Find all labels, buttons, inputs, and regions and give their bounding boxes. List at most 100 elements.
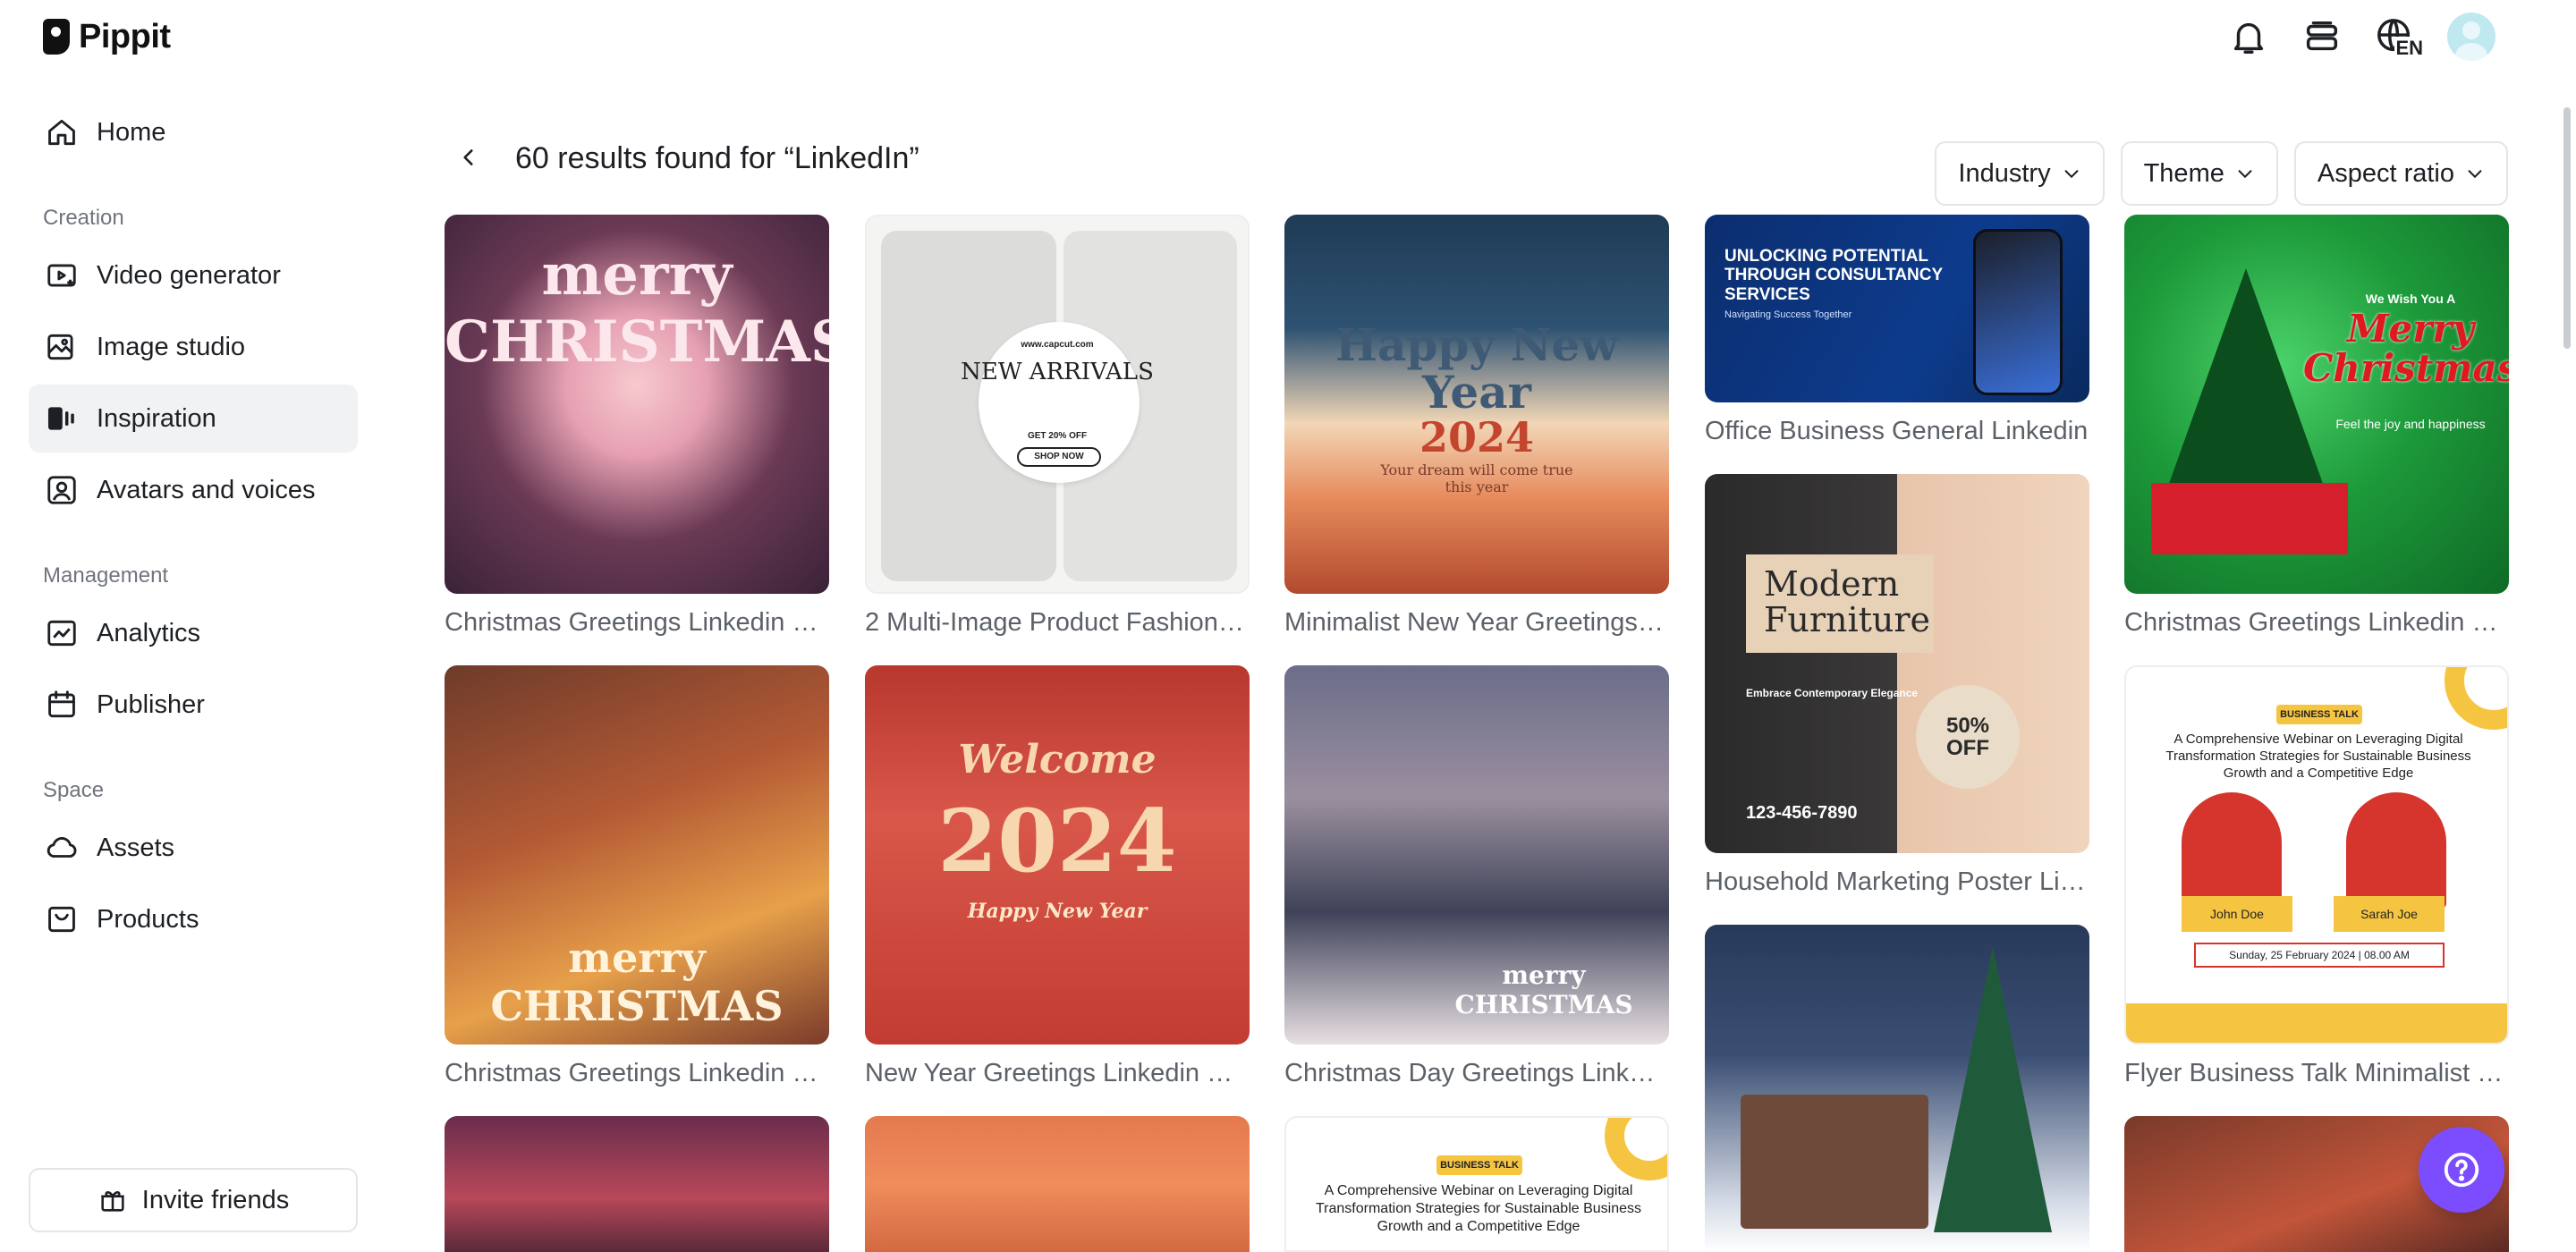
thumb-speaker-2: Sarah Joe	[2334, 896, 2445, 932]
results-title: 60 results found for “LinkedIn”	[515, 141, 919, 175]
thumb-subtitle: Happy New Year	[967, 900, 1148, 923]
sidebar-item-products[interactable]: Products	[29, 885, 358, 953]
thumb-title: A Comprehensive Webinar on Leveraging Di…	[1315, 1183, 1642, 1234]
thumb-phone: 123-456-7890	[1746, 803, 1858, 823]
template-thumbnail	[445, 1116, 829, 1252]
thumb-subtitle: Embrace Contemporary Elegance	[1746, 687, 1919, 699]
thumb-year: 2024	[937, 791, 1177, 892]
calendar-icon	[48, 690, 75, 718]
filter-industry[interactable]: Industry	[1935, 141, 2105, 206]
chevron-down-icon	[2238, 170, 2252, 179]
image-edit-icon	[47, 334, 73, 360]
template-caption: Household Marketing Poster Linkedin	[1705, 867, 2089, 896]
filter-theme[interactable]: Theme	[2120, 141, 2278, 206]
help-button[interactable]	[2419, 1127, 2504, 1213]
template-thumbnail: merry CHRISTMAS	[445, 665, 829, 1045]
thumb-title: merry CHRISTMAS	[1454, 960, 1633, 1019]
subscription-button[interactable]	[2301, 13, 2343, 60]
sidebar-item-avatars-voices[interactable]: Avatars and voices	[29, 456, 358, 524]
thumb-date: Sunday, 25 February 2024 | 08.00 AM	[2194, 943, 2445, 968]
sidebar-item-label: Video generator	[97, 260, 281, 290]
app-name: Pippit	[79, 17, 171, 55]
avatar-icon	[47, 476, 76, 504]
thumb-title: Modern Furniture	[1764, 564, 1931, 639]
template-thumbnail: Welcome 2024 Happy New Year	[865, 665, 1250, 1045]
template-thumbnail: merry CHRISTMAS	[1284, 665, 1669, 1045]
template-thumbnail: BUSINESS TALK A Comprehensive Webinar on…	[2124, 665, 2509, 1045]
thumb-title: Welcome	[958, 737, 1157, 782]
sidebar-item-label: Avatars and voices	[97, 475, 316, 504]
template-thumbnail: BUSINESS TALK A Comprehensive Webinar on…	[1284, 1116, 1669, 1252]
template-thumbnail: We Wish You A Merry Christmas Feel the j…	[2124, 215, 2509, 594]
template-caption: Christmas Day Greetings Linkedin	[1284, 1059, 1669, 1087]
invite-friends-button[interactable]: Invite friends	[29, 1168, 358, 1232]
sidebar-item-label: Assets	[97, 833, 175, 862]
sidebar-item-label: Image studio	[97, 332, 246, 361]
sidebar-item-video-generator[interactable]: Video generator	[29, 241, 358, 309]
home-icon	[48, 119, 75, 146]
help-icon	[2444, 1152, 2479, 1188]
thumb-badge: 50% OFF	[1916, 685, 2020, 789]
template-caption: 2 Multi-Image Product Fashion Linkedin	[865, 608, 1250, 637]
sidebar-item-label: Publisher	[97, 689, 205, 719]
language-button[interactable]: EN	[2374, 13, 2424, 60]
chevron-left-icon	[463, 149, 473, 165]
thumb-subtitle: Navigating Success Together	[1724, 309, 1852, 320]
template-thumbnail: Modern Furniture Embrace Contemporary El…	[1705, 474, 2089, 853]
filter-aspect-ratio[interactable]: Aspect ratio	[2293, 141, 2508, 206]
thumb-title: UNLOCKING POTENTIAL THROUGH CONSULTANCY …	[1724, 247, 1943, 304]
section-label-creation: Creation	[43, 206, 124, 230]
template-caption: Christmas Greetings Linkedin Post	[445, 1059, 829, 1087]
template-thumbnail: UNLOCKING POTENTIAL THROUGH CONSULTANCY …	[1705, 215, 2089, 402]
stack-icon	[2306, 21, 2338, 51]
section-label-management: Management	[43, 563, 169, 588]
inspiration-icon	[47, 407, 74, 430]
thumb-url: www.capcut.com	[1021, 340, 1094, 350]
template-caption: Christmas Greetings Linkedin Post	[2124, 608, 2509, 637]
pippit-logo[interactable]: Pippit	[43, 16, 171, 57]
cloud-icon	[47, 837, 77, 858]
page-scrollbar[interactable]	[2563, 107, 2571, 349]
invite-friends-label: Invite friends	[141, 1185, 290, 1214]
sidebar-item-home[interactable]: Home	[29, 98, 358, 166]
sidebar-item-inspiration[interactable]: Inspiration	[29, 385, 358, 453]
sidebar-item-label: Products	[97, 904, 199, 934]
template-thumbnail	[1705, 925, 2089, 1252]
sidebar-item-label: Analytics	[97, 618, 201, 647]
thumb-badge: BUSINESS TALK	[1436, 1155, 1522, 1175]
sidebar-item-image-studio[interactable]: Image studio	[29, 313, 358, 381]
sidebar-item-label: Inspiration	[97, 403, 216, 433]
sidebar-item-label: Home	[97, 117, 166, 147]
template-thumbnail: www.capcut.com NEW ARRIVALS GET 20% OFF …	[865, 215, 1250, 594]
bell-icon	[2233, 22, 2264, 54]
user-avatar[interactable]	[2447, 13, 2496, 61]
thumb-subtitle: Your dream will come true this year	[1380, 461, 1573, 495]
template-caption: New Year Greetings Linkedin Post	[865, 1059, 1250, 1087]
sidebar-item-assets[interactable]: Assets	[29, 814, 358, 882]
thumb-subtitle: Feel the joy and happiness	[2335, 417, 2486, 431]
section-label-space: Space	[43, 778, 105, 802]
filter-bar: Industry Theme Aspect ratio	[1935, 141, 2508, 206]
thumb-title: Happy New Year	[1335, 318, 1619, 419]
template-thumbnail	[865, 1116, 1250, 1252]
thumb-cta: SHOP NOW	[1017, 447, 1101, 467]
gift-icon	[101, 1191, 124, 1212]
thumb-badge: BUSINESS TALK	[2276, 705, 2362, 724]
template-caption: Flyer Business Talk Minimalist Linkedin	[2124, 1059, 2509, 1087]
analytics-icon	[47, 620, 76, 647]
chevron-down-icon	[2468, 170, 2482, 179]
back-button[interactable]	[451, 140, 487, 175]
template-caption: Minimalist New Year Greetings Linkedin	[1284, 608, 1669, 637]
chevron-down-icon	[2064, 170, 2079, 179]
video-plus-icon	[47, 264, 76, 287]
thumb-subtitle: GET 20% OFF	[1027, 431, 1088, 441]
thumb-title: merry CHRISTMAS	[490, 934, 784, 1030]
language-code: EN	[2394, 37, 2424, 60]
sidebar-item-publisher[interactable]: Publisher	[29, 671, 358, 739]
sidebar-item-analytics[interactable]: Analytics	[29, 599, 358, 667]
notifications-button[interactable]	[2227, 13, 2270, 60]
sidebar: Home Creation Video generator Image stud…	[0, 89, 376, 1252]
template-thumbnail: Happy New Year 2024 Your dream will come…	[1284, 215, 1669, 594]
thumb-title: merry CHRISTMAS	[445, 241, 829, 376]
thumb-speaker-1: John Doe	[2182, 896, 2292, 932]
